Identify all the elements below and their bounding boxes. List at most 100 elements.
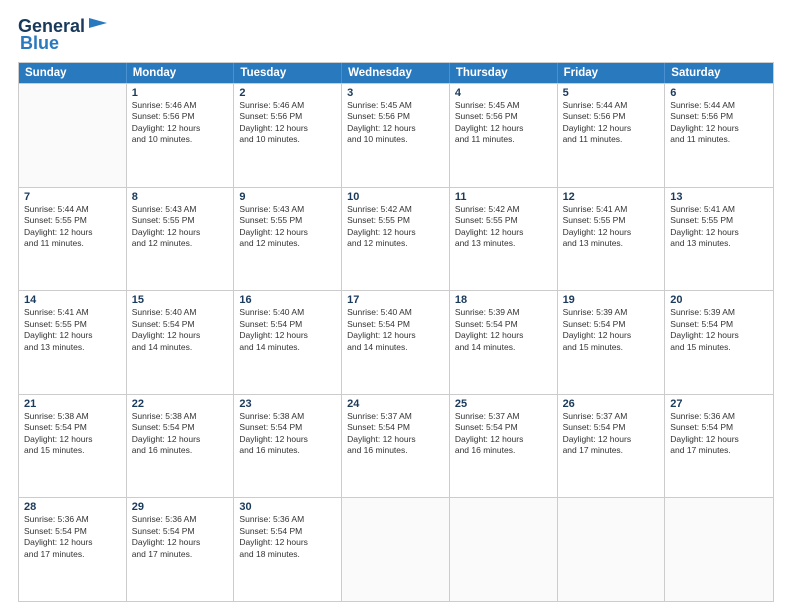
day-number: 22 xyxy=(132,398,229,410)
day-number: 9 xyxy=(239,191,336,203)
day-number: 8 xyxy=(132,191,229,203)
day-number: 23 xyxy=(239,398,336,410)
day-number: 21 xyxy=(24,398,121,410)
weekday-header-monday: Monday xyxy=(127,63,235,83)
day-info: Sunrise: 5:43 AM Sunset: 5:55 PM Dayligh… xyxy=(132,204,229,250)
day-cell-1: 1Sunrise: 5:46 AM Sunset: 5:56 PM Daylig… xyxy=(127,84,235,187)
day-cell-21: 21Sunrise: 5:38 AM Sunset: 5:54 PM Dayli… xyxy=(19,395,127,498)
day-info: Sunrise: 5:40 AM Sunset: 5:54 PM Dayligh… xyxy=(132,307,229,353)
day-cell-27: 27Sunrise: 5:36 AM Sunset: 5:54 PM Dayli… xyxy=(665,395,773,498)
day-cell-14: 14Sunrise: 5:41 AM Sunset: 5:55 PM Dayli… xyxy=(19,291,127,394)
day-info: Sunrise: 5:39 AM Sunset: 5:54 PM Dayligh… xyxy=(670,307,768,353)
calendar-row-1: 1Sunrise: 5:46 AM Sunset: 5:56 PM Daylig… xyxy=(19,83,773,187)
weekday-header-tuesday: Tuesday xyxy=(234,63,342,83)
day-info: Sunrise: 5:45 AM Sunset: 5:56 PM Dayligh… xyxy=(455,100,552,146)
weekday-header-thursday: Thursday xyxy=(450,63,558,83)
day-cell-19: 19Sunrise: 5:39 AM Sunset: 5:54 PM Dayli… xyxy=(558,291,666,394)
day-info: Sunrise: 5:43 AM Sunset: 5:55 PM Dayligh… xyxy=(239,204,336,250)
weekday-header-sunday: Sunday xyxy=(19,63,127,83)
day-info: Sunrise: 5:40 AM Sunset: 5:54 PM Dayligh… xyxy=(239,307,336,353)
day-info: Sunrise: 5:46 AM Sunset: 5:56 PM Dayligh… xyxy=(132,100,229,146)
day-info: Sunrise: 5:41 AM Sunset: 5:55 PM Dayligh… xyxy=(670,204,768,250)
empty-cell xyxy=(19,84,127,187)
day-info: Sunrise: 5:44 AM Sunset: 5:55 PM Dayligh… xyxy=(24,204,121,250)
day-number: 19 xyxy=(563,294,660,306)
calendar-body: 1Sunrise: 5:46 AM Sunset: 5:56 PM Daylig… xyxy=(19,83,773,601)
day-number: 16 xyxy=(239,294,336,306)
page: General Blue SundayMondayTuesdayWednesda… xyxy=(0,0,792,612)
day-number: 3 xyxy=(347,87,444,99)
day-number: 15 xyxy=(132,294,229,306)
day-info: Sunrise: 5:38 AM Sunset: 5:54 PM Dayligh… xyxy=(239,411,336,457)
day-info: Sunrise: 5:36 AM Sunset: 5:54 PM Dayligh… xyxy=(24,514,121,560)
day-cell-3: 3Sunrise: 5:45 AM Sunset: 5:56 PM Daylig… xyxy=(342,84,450,187)
day-number: 5 xyxy=(563,87,660,99)
day-number: 14 xyxy=(24,294,121,306)
day-number: 27 xyxy=(670,398,768,410)
day-cell-12: 12Sunrise: 5:41 AM Sunset: 5:55 PM Dayli… xyxy=(558,188,666,291)
day-info: Sunrise: 5:44 AM Sunset: 5:56 PM Dayligh… xyxy=(563,100,660,146)
day-cell-16: 16Sunrise: 5:40 AM Sunset: 5:54 PM Dayli… xyxy=(234,291,342,394)
day-info: Sunrise: 5:46 AM Sunset: 5:56 PM Dayligh… xyxy=(239,100,336,146)
logo: General Blue xyxy=(18,16,109,54)
day-info: Sunrise: 5:36 AM Sunset: 5:54 PM Dayligh… xyxy=(239,514,336,560)
day-number: 25 xyxy=(455,398,552,410)
day-number: 12 xyxy=(563,191,660,203)
day-info: Sunrise: 5:38 AM Sunset: 5:54 PM Dayligh… xyxy=(132,411,229,457)
day-cell-13: 13Sunrise: 5:41 AM Sunset: 5:55 PM Dayli… xyxy=(665,188,773,291)
weekday-header-friday: Friday xyxy=(558,63,666,83)
day-info: Sunrise: 5:36 AM Sunset: 5:54 PM Dayligh… xyxy=(670,411,768,457)
logo-blue: Blue xyxy=(20,33,59,54)
day-info: Sunrise: 5:36 AM Sunset: 5:54 PM Dayligh… xyxy=(132,514,229,560)
day-cell-22: 22Sunrise: 5:38 AM Sunset: 5:54 PM Dayli… xyxy=(127,395,235,498)
day-cell-8: 8Sunrise: 5:43 AM Sunset: 5:55 PM Daylig… xyxy=(127,188,235,291)
day-cell-20: 20Sunrise: 5:39 AM Sunset: 5:54 PM Dayli… xyxy=(665,291,773,394)
day-info: Sunrise: 5:38 AM Sunset: 5:54 PM Dayligh… xyxy=(24,411,121,457)
empty-cell xyxy=(665,498,773,601)
calendar-row-3: 14Sunrise: 5:41 AM Sunset: 5:55 PM Dayli… xyxy=(19,290,773,394)
day-cell-25: 25Sunrise: 5:37 AM Sunset: 5:54 PM Dayli… xyxy=(450,395,558,498)
day-cell-24: 24Sunrise: 5:37 AM Sunset: 5:54 PM Dayli… xyxy=(342,395,450,498)
day-cell-26: 26Sunrise: 5:37 AM Sunset: 5:54 PM Dayli… xyxy=(558,395,666,498)
logo-flag-icon xyxy=(87,17,109,33)
day-cell-28: 28Sunrise: 5:36 AM Sunset: 5:54 PM Dayli… xyxy=(19,498,127,601)
day-cell-18: 18Sunrise: 5:39 AM Sunset: 5:54 PM Dayli… xyxy=(450,291,558,394)
day-cell-6: 6Sunrise: 5:44 AM Sunset: 5:56 PM Daylig… xyxy=(665,84,773,187)
day-cell-5: 5Sunrise: 5:44 AM Sunset: 5:56 PM Daylig… xyxy=(558,84,666,187)
day-number: 7 xyxy=(24,191,121,203)
day-info: Sunrise: 5:45 AM Sunset: 5:56 PM Dayligh… xyxy=(347,100,444,146)
day-cell-15: 15Sunrise: 5:40 AM Sunset: 5:54 PM Dayli… xyxy=(127,291,235,394)
day-number: 10 xyxy=(347,191,444,203)
day-number: 2 xyxy=(239,87,336,99)
calendar: SundayMondayTuesdayWednesdayThursdayFrid… xyxy=(18,62,774,602)
day-info: Sunrise: 5:42 AM Sunset: 5:55 PM Dayligh… xyxy=(455,204,552,250)
header: General Blue xyxy=(18,16,774,54)
day-number: 30 xyxy=(239,501,336,513)
day-number: 1 xyxy=(132,87,229,99)
day-number: 29 xyxy=(132,501,229,513)
day-cell-7: 7Sunrise: 5:44 AM Sunset: 5:55 PM Daylig… xyxy=(19,188,127,291)
calendar-row-4: 21Sunrise: 5:38 AM Sunset: 5:54 PM Dayli… xyxy=(19,394,773,498)
day-cell-30: 30Sunrise: 5:36 AM Sunset: 5:54 PM Dayli… xyxy=(234,498,342,601)
day-info: Sunrise: 5:39 AM Sunset: 5:54 PM Dayligh… xyxy=(455,307,552,353)
day-info: Sunrise: 5:37 AM Sunset: 5:54 PM Dayligh… xyxy=(563,411,660,457)
calendar-row-2: 7Sunrise: 5:44 AM Sunset: 5:55 PM Daylig… xyxy=(19,187,773,291)
day-cell-11: 11Sunrise: 5:42 AM Sunset: 5:55 PM Dayli… xyxy=(450,188,558,291)
calendar-row-5: 28Sunrise: 5:36 AM Sunset: 5:54 PM Dayli… xyxy=(19,497,773,601)
day-cell-10: 10Sunrise: 5:42 AM Sunset: 5:55 PM Dayli… xyxy=(342,188,450,291)
day-number: 13 xyxy=(670,191,768,203)
day-number: 17 xyxy=(347,294,444,306)
day-number: 24 xyxy=(347,398,444,410)
day-cell-29: 29Sunrise: 5:36 AM Sunset: 5:54 PM Dayli… xyxy=(127,498,235,601)
day-cell-9: 9Sunrise: 5:43 AM Sunset: 5:55 PM Daylig… xyxy=(234,188,342,291)
day-number: 28 xyxy=(24,501,121,513)
day-info: Sunrise: 5:42 AM Sunset: 5:55 PM Dayligh… xyxy=(347,204,444,250)
day-number: 6 xyxy=(670,87,768,99)
day-number: 20 xyxy=(670,294,768,306)
day-info: Sunrise: 5:37 AM Sunset: 5:54 PM Dayligh… xyxy=(455,411,552,457)
day-cell-17: 17Sunrise: 5:40 AM Sunset: 5:54 PM Dayli… xyxy=(342,291,450,394)
day-number: 18 xyxy=(455,294,552,306)
day-info: Sunrise: 5:40 AM Sunset: 5:54 PM Dayligh… xyxy=(347,307,444,353)
day-info: Sunrise: 5:37 AM Sunset: 5:54 PM Dayligh… xyxy=(347,411,444,457)
day-cell-4: 4Sunrise: 5:45 AM Sunset: 5:56 PM Daylig… xyxy=(450,84,558,187)
